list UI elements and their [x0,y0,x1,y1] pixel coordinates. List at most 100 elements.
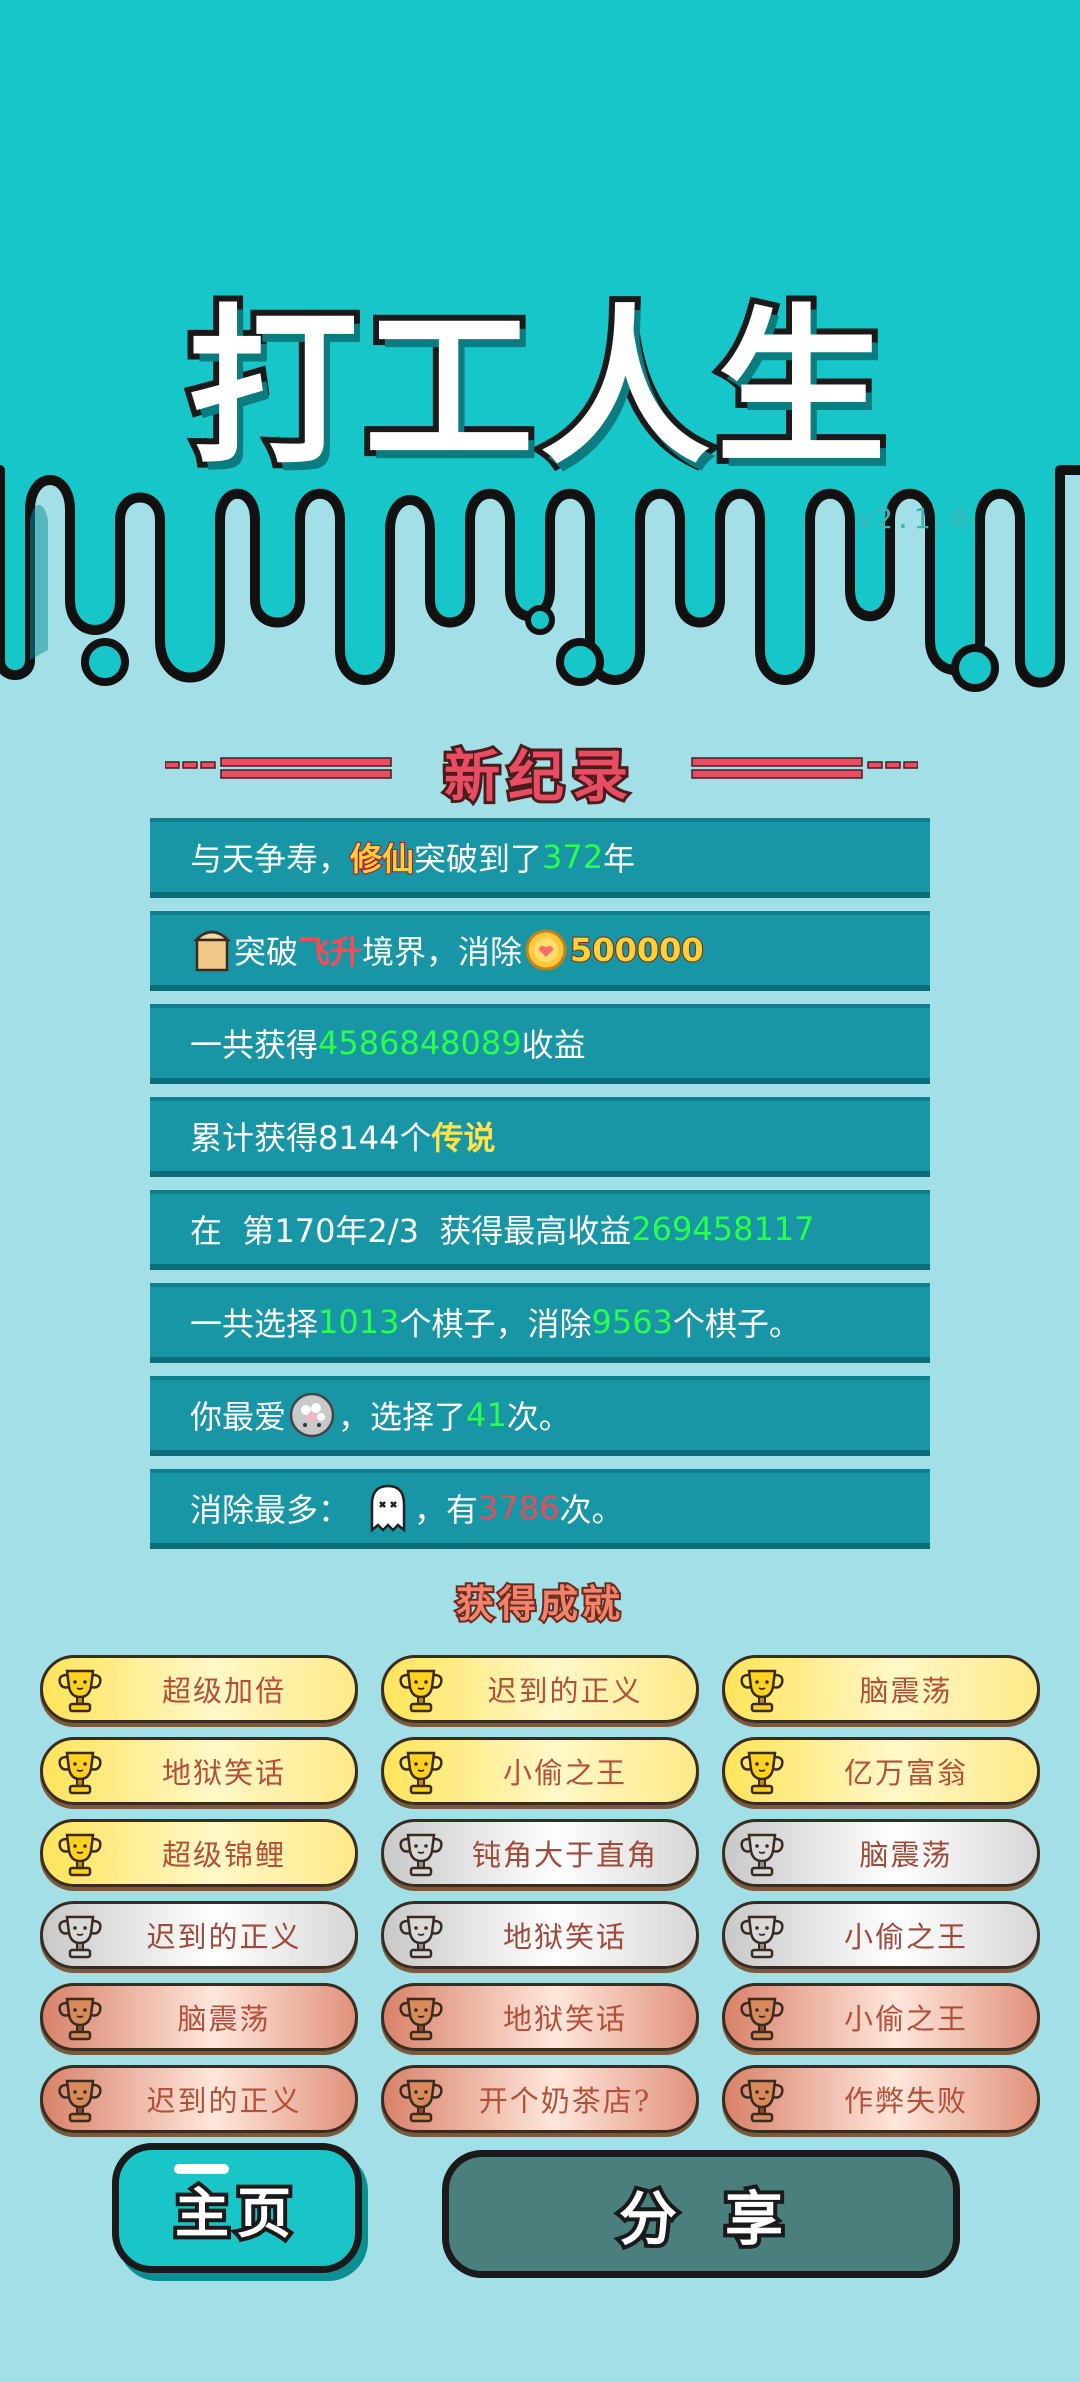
stat-value: 1013 [318,1303,400,1341]
stat-row-pieces: 一共选择 1013 个棋子，消除 9563 个棋子。 [150,1283,930,1363]
trophy-icon [740,1751,784,1795]
trophy-icon [740,1833,784,1877]
achievement-badge: 迟到的正义 [40,1901,358,1969]
stat-value: 372 [542,838,604,876]
bucket-icon [192,930,232,972]
achievement-label: 迟到的正义 [146,1920,302,1954]
home-button[interactable]: 主页 [112,2143,362,2273]
trophy-icon [58,1997,102,2041]
achievement-badge: 地狱笑话 [40,1737,358,1805]
stat-text: 突破 [234,933,299,971]
stat-row-total-income: 一共获得 4586848089 收益 [150,1004,930,1084]
stat-text: 境界，消除 [362,933,523,971]
trophy-icon [740,1915,784,1959]
trophy-icon [399,1915,443,1959]
button-shine [174,2164,229,2174]
share-button[interactable]: 分享 [442,2150,960,2278]
achievement-badge: 作弊失败 [722,2065,1040,2133]
stat-text: 你最爱 [190,1398,287,1436]
trophy-icon [399,2079,443,2123]
achievement-badge: 脑震荡 [40,1983,358,2051]
achievement-badge: 脑震荡 [722,1655,1040,1723]
trophy-icon [58,1751,102,1795]
trophy-icon [399,1669,443,1713]
stat-value: 4586848089 [318,1024,522,1062]
achievements-heading: 获得成就 [454,1580,624,1628]
stat-text: 次。 [506,1398,571,1436]
trophy-icon [399,1751,443,1795]
stat-text: 突破到了 [414,840,543,878]
achievement-badge: 超级加倍 [40,1655,358,1723]
stat-text: 个棋子，消除 [399,1305,592,1343]
achievement-label: 钝角大于直角 [471,1838,658,1872]
stat-value: 269458117 [631,1210,815,1248]
trophy-icon [58,2079,102,2123]
home-button-label: 主页 [171,2178,299,2249]
achievement-badge: 钝角大于直角 [381,1819,699,1887]
achievement-label: 脑震荡 [177,2002,271,2036]
achievement-label: 迟到的正义 [146,2084,302,2118]
stat-text: 累计获得8144个 [190,1119,432,1157]
achievement-label: 小偷之王 [843,2002,968,2036]
achievement-label: 开个奶茶店? [478,2084,652,2118]
ghost-icon [370,1484,406,1533]
trophy-icon [58,1833,102,1877]
stat-text: 次。 [559,1491,624,1529]
stat-text: 在 第170年2/3 获得最高收益 [190,1212,632,1250]
stat-row-most-eliminated: 消除最多： ，有 3786 次。 [150,1469,930,1549]
stat-text: 一共选择 [190,1305,319,1343]
stat-text: ，有 [414,1491,479,1529]
achievement-label: 作弊失败 [843,2084,968,2118]
trophy-icon [740,2079,784,2123]
stat-text: 一共获得 [190,1026,319,1064]
achievement-label: 脑震荡 [859,1838,953,1872]
achievement-badge: 迟到的正义 [40,2065,358,2133]
coin-icon [525,929,567,971]
stat-highlight: 修仙 [349,839,415,879]
achievement-badge: 亿万富翁 [722,1737,1040,1805]
achievement-label: 超级加倍 [161,1674,286,1708]
stat-text: 收益 [521,1026,586,1064]
version-label: v2.1.0 [856,502,970,535]
stat-text: 年 [603,840,636,878]
stat-text: 个棋子。 [672,1305,801,1343]
share-button-label: 分享 [615,2181,831,2257]
stat-highlight: 传说 [431,1119,496,1157]
achievement-badge: 小偷之王 [722,1901,1040,1969]
achievement-badge: 地狱笑话 [381,1901,699,1969]
rice-bowl-icon [289,1392,335,1438]
stat-value: 9563 [591,1303,673,1341]
stat-text: ，选择了 [338,1398,467,1436]
decor-stripe-right [691,757,918,779]
achievement-badge: 超级锦鲤 [40,1819,358,1887]
game-title: 打工人生 [182,284,892,494]
stat-highlight: 飞升 [298,933,363,971]
achievement-label: 地狱笑话 [502,2002,627,2036]
stat-value: 41 [466,1396,507,1434]
record-stats-list: 与天争寿， 修仙 突破到了 372 年 突破 飞升 境界，消除 500000 一… [150,818,930,1562]
achievement-label: 地狱笑话 [502,1920,627,1954]
achievement-label: 小偷之王 [843,1920,968,1954]
achievement-label: 小偷之王 [502,1756,627,1790]
trophy-icon [399,1833,443,1877]
achievement-label: 地狱笑话 [161,1756,286,1790]
stat-value: 3786 [478,1489,560,1527]
trophy-icon [58,1669,102,1713]
achievements-grid: 超级加倍 迟到的正义 脑震荡 地狱笑话 小偷之王 亿万富翁 超级锦鲤 钝角大于直角 脑震荡 迟到的… [40,1655,1040,2133]
achievement-badge: 开个奶茶店? [381,2065,699,2133]
trophy-icon [740,1669,784,1713]
achievement-label: 脑震荡 [859,1674,953,1708]
achievement-badge: 小偷之王 [381,1737,699,1805]
stat-value: 500000 [569,930,705,970]
stat-row-lifespan: 与天争寿， 修仙 突破到了 372 年 [150,818,930,898]
achievement-label: 迟到的正义 [487,1674,643,1708]
trophy-icon [740,1997,784,2041]
stat-row-legends: 累计获得8144个 传说 [150,1097,930,1177]
achievement-badge: 地狱笑话 [381,1983,699,2051]
achievement-label: 亿万富翁 [843,1756,968,1790]
stat-row-ascension: 突破 飞升 境界，消除 500000 [150,911,930,991]
new-record-heading: 新纪录 [0,732,1080,813]
trophy-icon [399,1997,443,2041]
achievement-badge: 小偷之王 [722,1983,1040,2051]
stat-text: 与天争寿， [190,840,351,878]
